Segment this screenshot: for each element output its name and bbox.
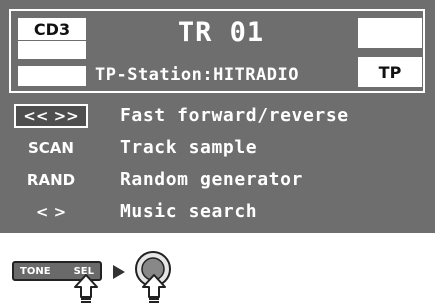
function-description: Fast forward/reverse bbox=[120, 105, 349, 126]
play-arrow-icon bbox=[113, 265, 125, 279]
function-key[interactable]: << >> bbox=[14, 104, 88, 128]
function-row-random[interactable]: RAND Random generator bbox=[0, 168, 435, 192]
blank-indicator-left-bottom bbox=[18, 66, 86, 86]
control-instructions: TONE SEL bbox=[0, 233, 435, 308]
tp-badge: TP bbox=[358, 57, 422, 87]
function-row-music-search[interactable]: < > Music search bbox=[0, 200, 435, 224]
press-arrow-icon bbox=[142, 274, 166, 303]
blank-indicator-left bbox=[18, 41, 86, 59]
function-description: Music search bbox=[120, 201, 258, 222]
press-arrow-icon bbox=[74, 274, 98, 303]
source-badge: CD3 bbox=[18, 18, 86, 40]
station-name: TP-Station:HITRADIO bbox=[95, 65, 299, 85]
track-number: TR 01 bbox=[177, 17, 265, 48]
function-description: Track sample bbox=[120, 137, 258, 158]
function-key[interactable]: SCAN bbox=[14, 136, 88, 160]
status-panel: CD3 TR 01 TP-Station:HITRADIO TP bbox=[9, 9, 425, 93]
function-row-scan[interactable]: SCAN Track sample bbox=[0, 136, 435, 160]
radio-display-screen: CD3 TR 01 TP-Station:HITRADIO TP << >> F… bbox=[0, 0, 435, 233]
function-description: Random generator bbox=[120, 169, 303, 190]
function-row-fast-forward[interactable]: << >> Fast forward/reverse bbox=[0, 104, 435, 128]
function-key[interactable]: RAND bbox=[14, 168, 88, 192]
blank-indicator-right bbox=[358, 18, 422, 48]
function-key[interactable]: < > bbox=[14, 200, 88, 224]
tone-label: TONE bbox=[20, 265, 51, 277]
